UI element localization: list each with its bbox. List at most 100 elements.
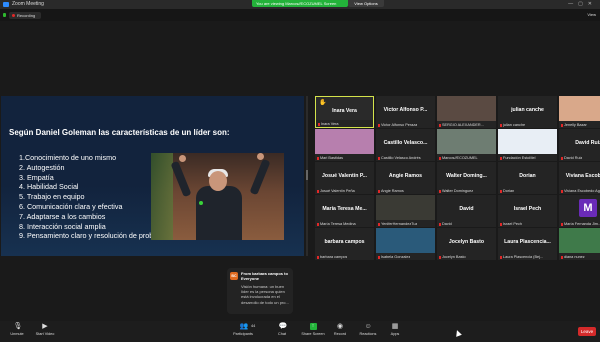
- participant-name: Israel Pech: [503, 222, 522, 226]
- participant-name: Mari Bastidas: [320, 156, 344, 160]
- participant-tile[interactable]: Jenelly Bazar: [559, 96, 600, 128]
- participant-tile[interactable]: Viviana Escobed... Viviana Escobedo Ag...: [559, 162, 600, 194]
- microphone-muted-icon: [500, 156, 502, 160]
- participant-tile[interactable]: Fundación EstoMel: [498, 129, 557, 161]
- view-button[interactable]: View: [587, 12, 596, 17]
- slide-title: Según Daniel Goleman las características…: [9, 128, 230, 137]
- share-screen-button[interactable]: ↑ Share Screen: [298, 323, 328, 341]
- recording-badge[interactable]: Recording: [9, 12, 41, 19]
- participant-name: SERGIO ALEXANDER...: [442, 123, 484, 127]
- panel-splitter[interactable]: [306, 96, 308, 256]
- participant-name-label: Fundación EstoMel: [500, 156, 536, 160]
- microphone-muted-icon: [561, 222, 563, 226]
- participant-tile[interactable]: julian canche julian canche: [498, 96, 557, 128]
- participant-video: [437, 129, 496, 154]
- microphone-muted-icon: [561, 123, 563, 127]
- participant-name: Viviana Escobedo Ag...: [564, 189, 600, 193]
- participant-tile[interactable]: Victor Alfonso P... Victor Alfonso Peraza: [376, 96, 435, 128]
- participant-name: Castillo Velasco Andrés: [381, 156, 421, 160]
- microphone-muted-icon: [439, 123, 441, 127]
- reactions-button[interactable]: ☺ Reactions: [353, 323, 383, 341]
- pointer-dot-icon: [199, 201, 203, 205]
- participant-name: María Teresa Medina: [320, 222, 356, 226]
- participant-tile[interactable]: David Ruiz David Ruiz: [559, 129, 600, 161]
- video-off-icon: ▶: [42, 323, 48, 330]
- participant-display-name: María Teresa Me...: [322, 206, 367, 212]
- participant-tile[interactable]: Angie Ramos Angie Ramos: [376, 162, 435, 194]
- participant-name-label: Jocelyn Basto: [439, 255, 466, 259]
- participant-tile[interactable]: Marcos//ECOZUMEL: [437, 129, 496, 161]
- participant-name-label: SERGIO ALEXANDER...: [439, 123, 484, 127]
- view-options-button[interactable]: View Options: [348, 0, 384, 7]
- microphone-muted-icon: [561, 189, 563, 193]
- microphone-muted-icon: [317, 222, 319, 226]
- participant-display-name: Dorian: [519, 173, 536, 179]
- participant-display-name: David Ruiz: [575, 140, 600, 146]
- chat-notification[interactable]: BC From barbara campos to Everyone Visió…: [227, 268, 293, 314]
- participant-name-label: Laura Plascencia (Bej...: [500, 255, 543, 259]
- participant-name: Inara Vera: [321, 122, 339, 126]
- leave-button[interactable]: Leave: [578, 327, 596, 336]
- participant-tile[interactable]: Isabela Gonzalez: [376, 228, 435, 260]
- participant-tile[interactable]: Israel Pech Israel Pech: [498, 195, 557, 227]
- participant-display-name: Israel Pech: [513, 206, 542, 212]
- record-label: Record: [333, 332, 347, 336]
- participant-tile[interactable]: Walter Doming... Walter Dominguez: [437, 162, 496, 194]
- start-video-button[interactable]: ▶ Start Video: [30, 323, 60, 341]
- participant-name-label: Mari Bastidas: [317, 156, 343, 160]
- participant-tile[interactable]: Josué Valentín P... Josué Valentín Peña: [315, 162, 374, 194]
- recording-dot-icon: [12, 14, 15, 17]
- microphone-muted-icon: [378, 222, 380, 226]
- smiley-icon: ☺: [364, 323, 372, 330]
- participant-tile[interactable]: Jocelyn Basto Jocelyn Basto: [437, 228, 496, 260]
- participant-name-label: Victor Alfonso Peraza: [378, 123, 417, 127]
- window-controls[interactable]: —▢✕: [568, 1, 597, 7]
- participant-name: David: [442, 222, 452, 226]
- participant-tile[interactable]: YeniferHernandezTuz: [376, 195, 435, 227]
- participant-tile[interactable]: SERGIO ALEXANDER...: [437, 96, 496, 128]
- participant-name: Jenelly Bazar: [564, 123, 587, 127]
- participant-name-label: Josué Valentín Peña: [317, 189, 355, 193]
- participant-tile[interactable]: barbara campos barbara campos: [315, 228, 374, 260]
- participant-name-label: julian canche: [500, 123, 525, 127]
- participant-name: Laura Plascencia (Bej...: [503, 255, 544, 259]
- microphone-muted-icon: [439, 222, 441, 226]
- participant-tile[interactable]: diana nunez: [559, 228, 600, 260]
- participant-display-name: Laura Plascencia...: [504, 239, 551, 245]
- title-bar: Zoom Meeting You are viewing Marcos//ECO…: [0, 0, 600, 9]
- participant-name-label: YeniferHernandezTuz: [378, 222, 417, 226]
- chat-label: Chat: [277, 332, 287, 336]
- unmute-button[interactable]: 🎙 Unmute: [2, 323, 32, 341]
- participant-tile[interactable]: Laura Plascencia... Laura Plascencia (Bej…: [498, 228, 557, 260]
- participant-name: Isabela Gonzalez: [381, 255, 411, 259]
- participant-display-name: Josué Valentín P...: [322, 173, 367, 179]
- participant-tile[interactable]: Dorian Dorian: [498, 162, 557, 194]
- participant-tile[interactable]: Mari Bastidas: [315, 129, 374, 161]
- participant-name-label: Dorian: [500, 189, 514, 193]
- participants-count: 44: [251, 324, 256, 328]
- participant-name-label: Angie Ramos: [378, 189, 404, 193]
- participant-tile[interactable]: ✋ Inara Vera Inara Vera: [315, 96, 374, 128]
- participant-tile[interactable]: Castillo Velasco... Castillo Velasco Andr…: [376, 129, 435, 161]
- participant-tile[interactable]: María Teresa Me... María Teresa Medina: [315, 195, 374, 227]
- apps-button[interactable]: ▦ Apps: [380, 323, 410, 341]
- share-banner-text: You are viewing Marcos//ECOZUMEL Screen: [256, 1, 337, 6]
- participant-name-label: diana nunez: [561, 255, 585, 259]
- participant-name: Jocelyn Basto: [442, 255, 466, 259]
- security-shield-icon[interactable]: [3, 13, 6, 17]
- participants-label: Participants: [233, 332, 253, 336]
- chat-button[interactable]: 💬 Chat: [267, 323, 297, 341]
- microphone-muted-icon: [439, 255, 441, 259]
- participant-tile[interactable]: M María Fernanda Jim...: [559, 195, 600, 227]
- avatar: BC: [230, 272, 238, 280]
- avatar: M: [579, 199, 597, 217]
- reactions-label: Reactions: [359, 332, 377, 336]
- participant-tile[interactable]: David David: [437, 195, 496, 227]
- microphone-muted-icon: [500, 189, 502, 193]
- participant-display-name: Viviana Escobed...: [565, 173, 600, 179]
- microphone-muted-icon: [378, 189, 380, 193]
- microphone-muted-icon: [500, 255, 502, 259]
- record-button[interactable]: ◉ Record: [325, 323, 355, 341]
- chat-notification-sender: From barbara campos to Everyone: [241, 271, 288, 281]
- participant-name-label: Isabela Gonzalez: [378, 255, 410, 259]
